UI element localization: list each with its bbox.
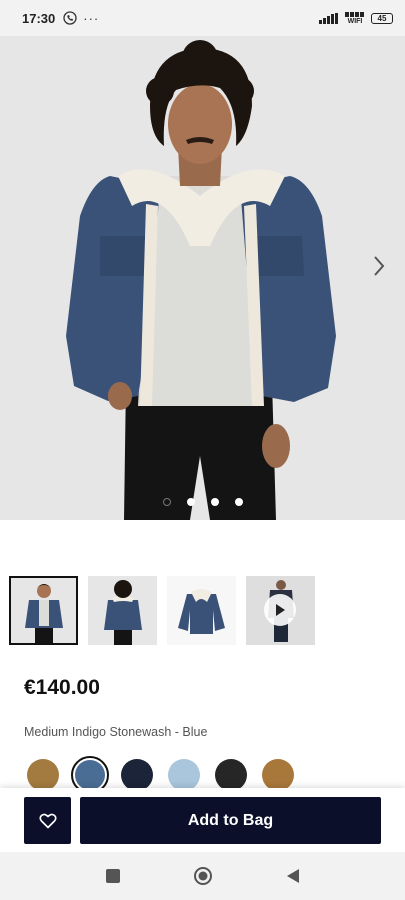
home-circle-icon bbox=[193, 867, 212, 885]
color-swatches bbox=[26, 756, 295, 794]
add-to-bag-button[interactable]: Add to Bag bbox=[80, 797, 381, 844]
thumbnail-flat-image bbox=[167, 576, 236, 645]
call-icon bbox=[63, 11, 77, 25]
color-swatch[interactable] bbox=[26, 758, 60, 792]
status-indicators: WIFI 45 bbox=[319, 11, 393, 25]
system-nav-bar bbox=[0, 852, 405, 900]
swatch-fill bbox=[27, 759, 59, 791]
play-icon bbox=[276, 604, 285, 616]
status-time: 17:30 bbox=[22, 10, 56, 26]
thumbnail-back-image bbox=[88, 576, 157, 645]
wifi-label: WIFI bbox=[347, 17, 363, 25]
more-notifications: ··· bbox=[83, 10, 100, 26]
carousel-dot[interactable] bbox=[210, 498, 219, 506]
bottom-action-bar: Add to Bag bbox=[0, 788, 405, 852]
color-swatch[interactable] bbox=[167, 758, 201, 792]
carousel-dot[interactable] bbox=[234, 498, 243, 506]
thumbnail-strip bbox=[9, 576, 315, 645]
thumbnail-flat-lay[interactable] bbox=[167, 576, 236, 645]
product-price: €140.00 bbox=[24, 676, 100, 699]
thumbnail-front[interactable] bbox=[9, 576, 78, 645]
color-swatch[interactable] bbox=[261, 758, 295, 792]
carousel-dot[interactable] bbox=[162, 498, 171, 506]
swatch-fill bbox=[121, 759, 153, 791]
model-photo bbox=[66, 40, 336, 520]
square-icon bbox=[105, 869, 120, 883]
battery-icon: 45 bbox=[371, 12, 393, 24]
carousel-indicator bbox=[0, 498, 405, 506]
battery-level: 45 bbox=[377, 13, 387, 23]
status-bar: 17:30 ··· WIFI 45 bbox=[0, 0, 405, 36]
heart-icon bbox=[38, 813, 57, 828]
color-swatch[interactable] bbox=[214, 758, 248, 792]
carousel-dot[interactable] bbox=[186, 498, 195, 506]
wifi-indicator: WIFI bbox=[345, 11, 365, 25]
signal-icon bbox=[319, 12, 338, 24]
back-button[interactable] bbox=[283, 866, 303, 886]
swatch-fill bbox=[168, 759, 200, 791]
thumbnail-back[interactable] bbox=[88, 576, 157, 645]
back-triangle-icon bbox=[286, 869, 299, 883]
wishlist-button[interactable] bbox=[24, 797, 71, 844]
home-button[interactable] bbox=[193, 866, 213, 886]
thumbnail-front-image bbox=[11, 578, 76, 643]
swatch-fill bbox=[262, 759, 294, 791]
product-hero-image[interactable] bbox=[0, 36, 405, 520]
play-video-button[interactable] bbox=[264, 594, 296, 626]
swatch-fill bbox=[75, 760, 105, 790]
thumbnail-video[interactable] bbox=[246, 576, 315, 645]
color-swatch[interactable] bbox=[120, 758, 154, 792]
swatch-fill bbox=[215, 759, 247, 791]
recents-button[interactable] bbox=[103, 866, 123, 886]
selected-color-name: Medium Indigo Stonewash - Blue bbox=[24, 725, 208, 739]
next-image-arrow-icon[interactable] bbox=[371, 254, 387, 278]
